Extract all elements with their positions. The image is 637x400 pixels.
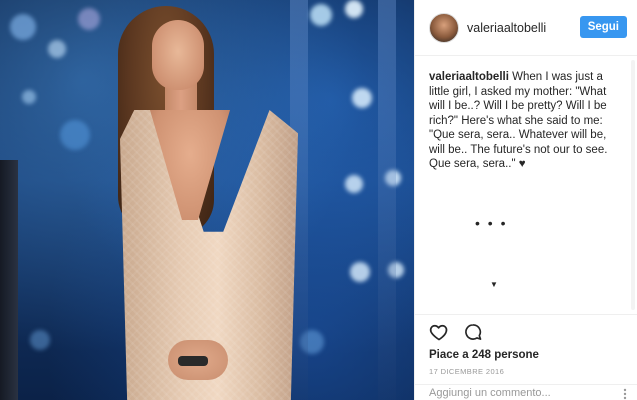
comment-input[interactable] bbox=[429, 385, 614, 400]
caption-username[interactable]: valeriaaltobelli bbox=[429, 71, 509, 83]
comment-icon[interactable] bbox=[463, 322, 485, 344]
chevron-down-icon[interactable]: ▼ bbox=[490, 278, 498, 293]
post-side-panel: valeriaaltobelli Segui valeriaaltobelli … bbox=[414, 0, 637, 400]
options-icon[interactable] bbox=[620, 387, 630, 399]
post-photo[interactable] bbox=[0, 0, 414, 400]
stage-light bbox=[350, 262, 370, 282]
post-caption: valeriaaltobelli When I was just a littl… bbox=[415, 56, 637, 289]
heart-icon[interactable] bbox=[429, 322, 451, 344]
avatar[interactable] bbox=[429, 12, 459, 43]
stage-light bbox=[30, 330, 50, 350]
loading-dots: • • • bbox=[475, 215, 508, 231]
stage-light bbox=[22, 90, 36, 104]
post-header: valeriaaltobelli Segui bbox=[415, 0, 637, 56]
stage-light bbox=[345, 0, 363, 18]
post-actions: Piace a 248 persone 17 DICEMBRE 2016 bbox=[415, 314, 637, 376]
scrollbar[interactable] bbox=[631, 60, 635, 310]
stage-light bbox=[10, 14, 36, 40]
stage-light bbox=[310, 4, 332, 26]
stage-pillar bbox=[378, 0, 396, 400]
stage-light bbox=[60, 120, 90, 150]
caption-text: When I was just a little girl, I asked m… bbox=[429, 71, 608, 170]
instagram-post-window: valeriaaltobelli Segui valeriaaltobelli … bbox=[0, 0, 637, 400]
person-edge bbox=[0, 160, 18, 400]
header-username[interactable]: valeriaaltobelli bbox=[467, 21, 546, 35]
post-date: 17 DICEMBRE 2016 bbox=[429, 367, 505, 376]
action-icons bbox=[429, 321, 624, 345]
stage-light bbox=[352, 88, 372, 108]
comment-bar bbox=[415, 384, 637, 400]
woman-face bbox=[152, 20, 204, 90]
likes-count[interactable]: Piace a 248 persone bbox=[429, 349, 624, 361]
stage-light bbox=[48, 40, 66, 58]
stage-light bbox=[345, 175, 363, 193]
follow-button[interactable]: Segui bbox=[579, 16, 627, 38]
stage-light bbox=[78, 8, 100, 30]
microphone bbox=[178, 356, 208, 366]
